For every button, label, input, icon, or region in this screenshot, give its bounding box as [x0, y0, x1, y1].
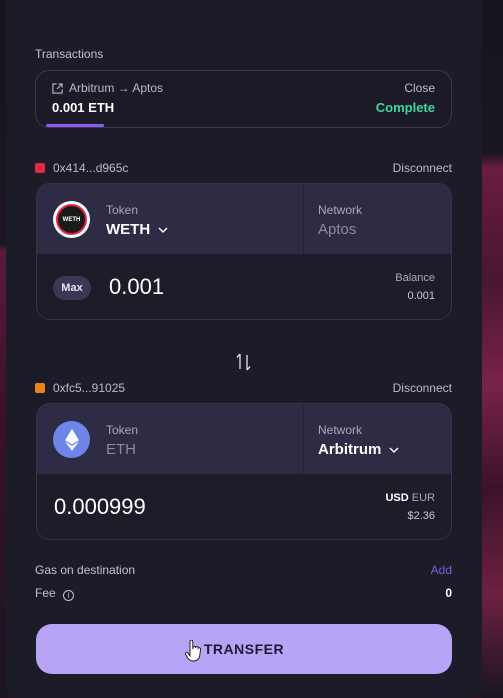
- from-token-select[interactable]: WETH: [106, 221, 168, 238]
- to-network-select[interactable]: Arbitrum: [318, 441, 399, 458]
- ethereum-icon: [64, 428, 79, 451]
- transaction-amount: 0.001 ETH: [52, 100, 115, 115]
- transaction-progress-fill: [46, 124, 105, 127]
- metamask-icon: [35, 383, 45, 393]
- eth-token-icon: [53, 421, 90, 458]
- from-token-label: Token: [106, 203, 139, 217]
- wallet-logo-icon: [35, 163, 45, 173]
- from-disconnect-button[interactable]: Disconnect: [393, 161, 452, 175]
- to-card: Token ETH Network Arbitrum 0.000999 USD …: [36, 403, 452, 540]
- to-network-label: Network: [318, 423, 363, 437]
- transaction-progress: [36, 124, 451, 127]
- from-network-value: Aptos: [318, 221, 357, 238]
- currency-eur[interactable]: EUR: [412, 492, 435, 504]
- gas-row: Gas on destination Add: [35, 563, 452, 577]
- to-network-value: Arbitrum: [318, 441, 382, 458]
- fee-label: Fee: [35, 586, 56, 600]
- chevron-down-icon: [158, 227, 168, 233]
- status-badge: Complete: [375, 100, 435, 115]
- to-amount: 0.000999: [54, 494, 146, 519]
- transaction-route-label: Arbitrum → Aptos: [69, 81, 164, 95]
- bridge-panel: Transactions Arbitrum → Aptos Close 0.00…: [6, 0, 482, 698]
- max-button[interactable]: Max: [53, 276, 91, 300]
- fiat-value: $2.36: [407, 510, 435, 522]
- hand-cursor-icon: [185, 640, 201, 662]
- weth-icon-text: WETH: [62, 216, 81, 223]
- fee-value: 0: [445, 586, 452, 600]
- to-disconnect-button[interactable]: Disconnect: [393, 381, 452, 395]
- to-wallet-address: 0xfc5...91025: [53, 381, 126, 395]
- to-token-label: Token: [106, 423, 139, 437]
- gas-add-link[interactable]: Add: [431, 563, 452, 577]
- currency-toggle[interactable]: USD EUR: [385, 492, 435, 504]
- from-token-value: WETH: [106, 221, 151, 238]
- transaction-card[interactable]: Arbitrum → Aptos Close 0.001 ETH Complet…: [35, 70, 452, 128]
- info-icon[interactable]: i: [63, 590, 75, 601]
- transaction-route[interactable]: Arbitrum → Aptos: [52, 81, 163, 95]
- to-token-select: ETH: [106, 441, 136, 458]
- from-amount-input[interactable]: 0.001: [109, 274, 164, 300]
- to-selectors: Token ETH Network Arbitrum: [37, 404, 451, 474]
- currency-usd[interactable]: USD: [385, 492, 408, 504]
- from-network-label: Network: [318, 203, 363, 217]
- from-selectors: WETH Token WETH Network Aptos: [37, 184, 451, 254]
- divider: [303, 404, 304, 474]
- to-token-value: ETH: [106, 441, 136, 458]
- weth-token-icon: WETH: [53, 201, 90, 238]
- divider: [303, 184, 304, 254]
- to-wallet: 0xfc5...91025: [35, 381, 125, 395]
- external-link-icon: [52, 82, 63, 94]
- from-network-select: Aptos: [318, 221, 356, 238]
- from-wallet-address: 0x414...d965c: [53, 161, 129, 175]
- from-wallet: 0x414...d965c: [35, 161, 128, 175]
- to-wallet-row: 0xfc5...91025 Disconnect: [35, 381, 452, 397]
- gas-label: Gas on destination: [35, 563, 136, 577]
- close-button[interactable]: Close: [404, 81, 435, 95]
- chevron-down-icon: [389, 447, 399, 453]
- balance-label: Balance: [395, 272, 435, 284]
- balance-value: 0.001: [407, 290, 435, 302]
- transactions-title: Transactions: [35, 47, 104, 61]
- transfer-button[interactable]: TRANSFER: [36, 624, 452, 674]
- fee-row: Fee i 0: [35, 586, 452, 601]
- swap-direction-icon[interactable]: [235, 352, 253, 372]
- background-right: [481, 0, 503, 698]
- from-card: WETH Token WETH Network Aptos Max 0.001 …: [36, 183, 452, 320]
- from-wallet-row: 0x414...d965c Disconnect: [35, 161, 452, 177]
